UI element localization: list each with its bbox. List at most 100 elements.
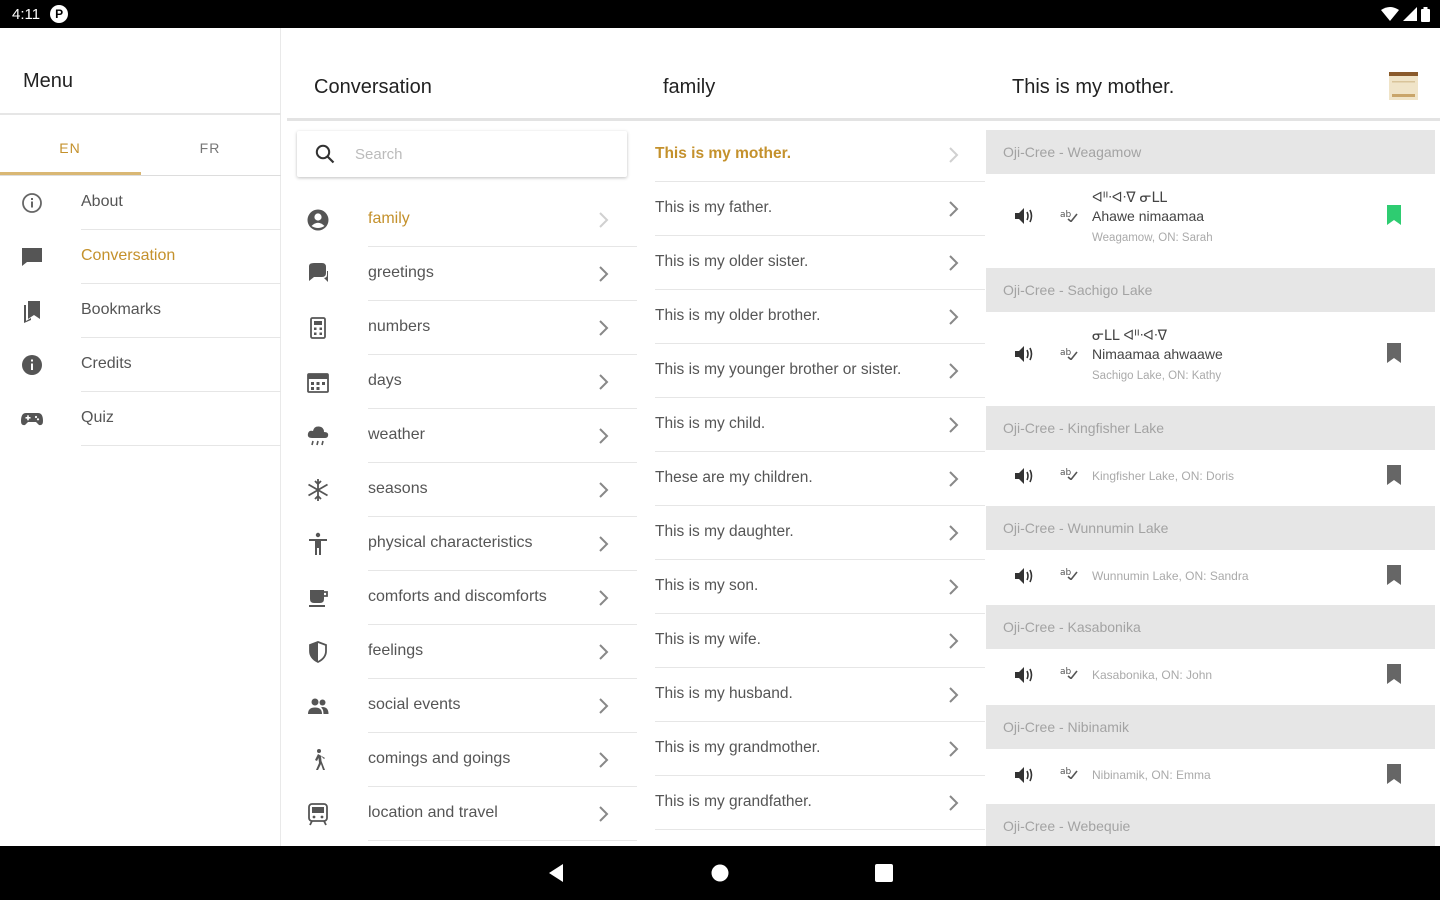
svg-text:ab: ab [1060,210,1072,220]
speaker-icon[interactable] [1015,766,1035,784]
chevron-right-icon [599,428,609,444]
bookmark-icon[interactable] [1386,343,1402,363]
menu-item-conversation[interactable]: Conversation [0,230,281,284]
phrase-label: This is my child. [655,415,766,432]
category-label: location and travel [368,804,498,821]
accessibility-icon [309,532,327,555]
category-label: days [368,372,402,389]
phrase-label: This is my grandfather. [655,793,812,810]
bookmark-icon[interactable] [1386,565,1402,585]
category-label: feelings [368,642,424,659]
phrase-item[interactable]: This is my daughter. [655,506,985,560]
category-item-numbers[interactable]: numbers [297,301,637,355]
search-input[interactable] [355,143,605,165]
lang-tab-en[interactable]: EN [0,140,140,156]
spelling-icon[interactable]: ab [1060,665,1078,679]
speaker-icon[interactable] [1015,345,1035,363]
dialect-header: Oji-Cree - Webequie [986,804,1435,846]
spelling-icon[interactable]: ab [1060,208,1078,222]
phrase-label: This is my grandmother. [655,739,821,756]
phrase-item[interactable]: This is my son. [655,560,985,614]
search-icon [315,144,335,164]
phrase-item[interactable]: This is my older brother. [655,290,985,344]
home-icon[interactable] [710,863,730,883]
source-text: Wunnumin Lake, ON: Sandra [1092,569,1249,583]
phrase-item[interactable]: This is my wife. [655,614,985,668]
phrase-item[interactable]: This is my father. [655,182,985,236]
phrase-label: These are my children. [655,469,813,486]
category-item-feelings[interactable]: feelings [297,625,637,679]
category-item-social-events[interactable]: social events [297,679,637,733]
menu-item-bookmarks[interactable]: Bookmarks [0,284,281,338]
translation-entry: ab Wunnumin Lake, ON: Sandra [986,550,1435,600]
info-filled-icon [22,355,42,375]
syllabics-text: ᓂᒪᒪ ᐊᐦᐧᐊᐧᐁ [1092,327,1168,343]
chevron-right-icon [599,698,609,714]
category-item-days[interactable]: days [297,355,637,409]
spelling-icon[interactable]: ab [1060,466,1078,480]
spelling-icon[interactable]: ab [1060,566,1078,580]
roman-text: Ahawe nimaamaa [1092,208,1205,224]
speaker-icon[interactable] [1015,207,1035,225]
category-item-seasons[interactable]: seasons [297,463,637,517]
phrase-item[interactable]: This is my younger brother or sister. [655,344,985,398]
category-label: physical characteristics [368,534,533,551]
category-item-weather[interactable]: weather [297,409,637,463]
category-item-comforts-and-discomforts[interactable]: comforts and discomforts [297,571,637,625]
menu-item-label: Credits [81,355,132,372]
category-label: seasons [368,480,428,497]
status-bar: 4:11 P [0,0,1440,28]
chevron-right-icon [949,687,959,703]
phrase-label: This is my older brother. [655,307,821,324]
menu-item-label: Conversation [81,247,176,264]
menu-item-label: Bookmarks [81,301,162,318]
coffee-icon [309,590,328,607]
back-icon[interactable] [547,863,565,883]
chat-bubbles-icon [309,263,328,282]
category-item-physical-characteristics[interactable]: physical characteristics [297,517,637,571]
category-item-greetings[interactable]: greetings [297,247,637,301]
category-item-location-and-travel[interactable]: location and travel [297,787,637,841]
bookmark-icon[interactable] [1386,205,1402,225]
phrase-item[interactable]: These are my children. [655,452,985,506]
phrase-item[interactable]: This is my older sister. [655,236,985,290]
lang-tab-fr[interactable]: FR [140,140,280,156]
category-label: social events [368,696,461,713]
menu-item-about[interactable]: About [0,176,281,230]
bookmark-icon[interactable] [1386,764,1402,784]
source-text: Kingfisher Lake, ON: Doris [1092,469,1235,483]
chevron-right-icon [599,590,609,606]
bookmark-icon[interactable] [1386,664,1402,684]
speaker-icon[interactable] [1015,666,1035,684]
translation-entry: ab Nibinamik, ON: Emma [986,749,1435,799]
book-icon[interactable] [1389,72,1418,100]
chevron-right-icon [599,536,609,552]
bookmark-icon[interactable] [1386,465,1402,485]
spelling-icon[interactable]: ab [1060,346,1078,360]
search-box[interactable] [297,131,627,177]
phrase-label: This is my wife. [655,631,761,648]
phrase-item[interactable]: This is my mother. [655,128,985,182]
chevron-right-icon [599,320,609,336]
shield-half-icon [309,641,327,664]
dialect-header: Oji-Cree - Kasabonika [986,605,1435,649]
category-item-family[interactable]: family [297,193,637,247]
recents-icon[interactable] [875,864,893,882]
phrase-item[interactable]: This is my grandmother. [655,722,985,776]
wifi-icon [1381,7,1399,21]
menu-item-credits[interactable]: Credits [0,338,281,392]
phrase-item[interactable]: This is my grandfather. [655,776,985,830]
source-text: Weagamow, ON: Sarah [1092,232,1213,244]
speaker-icon[interactable] [1015,567,1035,585]
categories-title: Conversation [314,76,432,98]
gamepad-icon [21,413,43,426]
chevron-right-icon [949,633,959,649]
category-item-comings-and-goings[interactable]: comings and goings [297,733,637,787]
phrase-item[interactable]: This is my child. [655,398,985,452]
phrase-item[interactable]: This is my husband. [655,668,985,722]
menu-item-quiz[interactable]: Quiz [0,392,281,446]
dialect-label: Oji-Cree - Weagamow [1003,144,1142,160]
spelling-icon[interactable]: ab [1060,765,1078,779]
speaker-icon[interactable] [1015,467,1035,485]
header-divider [287,118,1440,121]
